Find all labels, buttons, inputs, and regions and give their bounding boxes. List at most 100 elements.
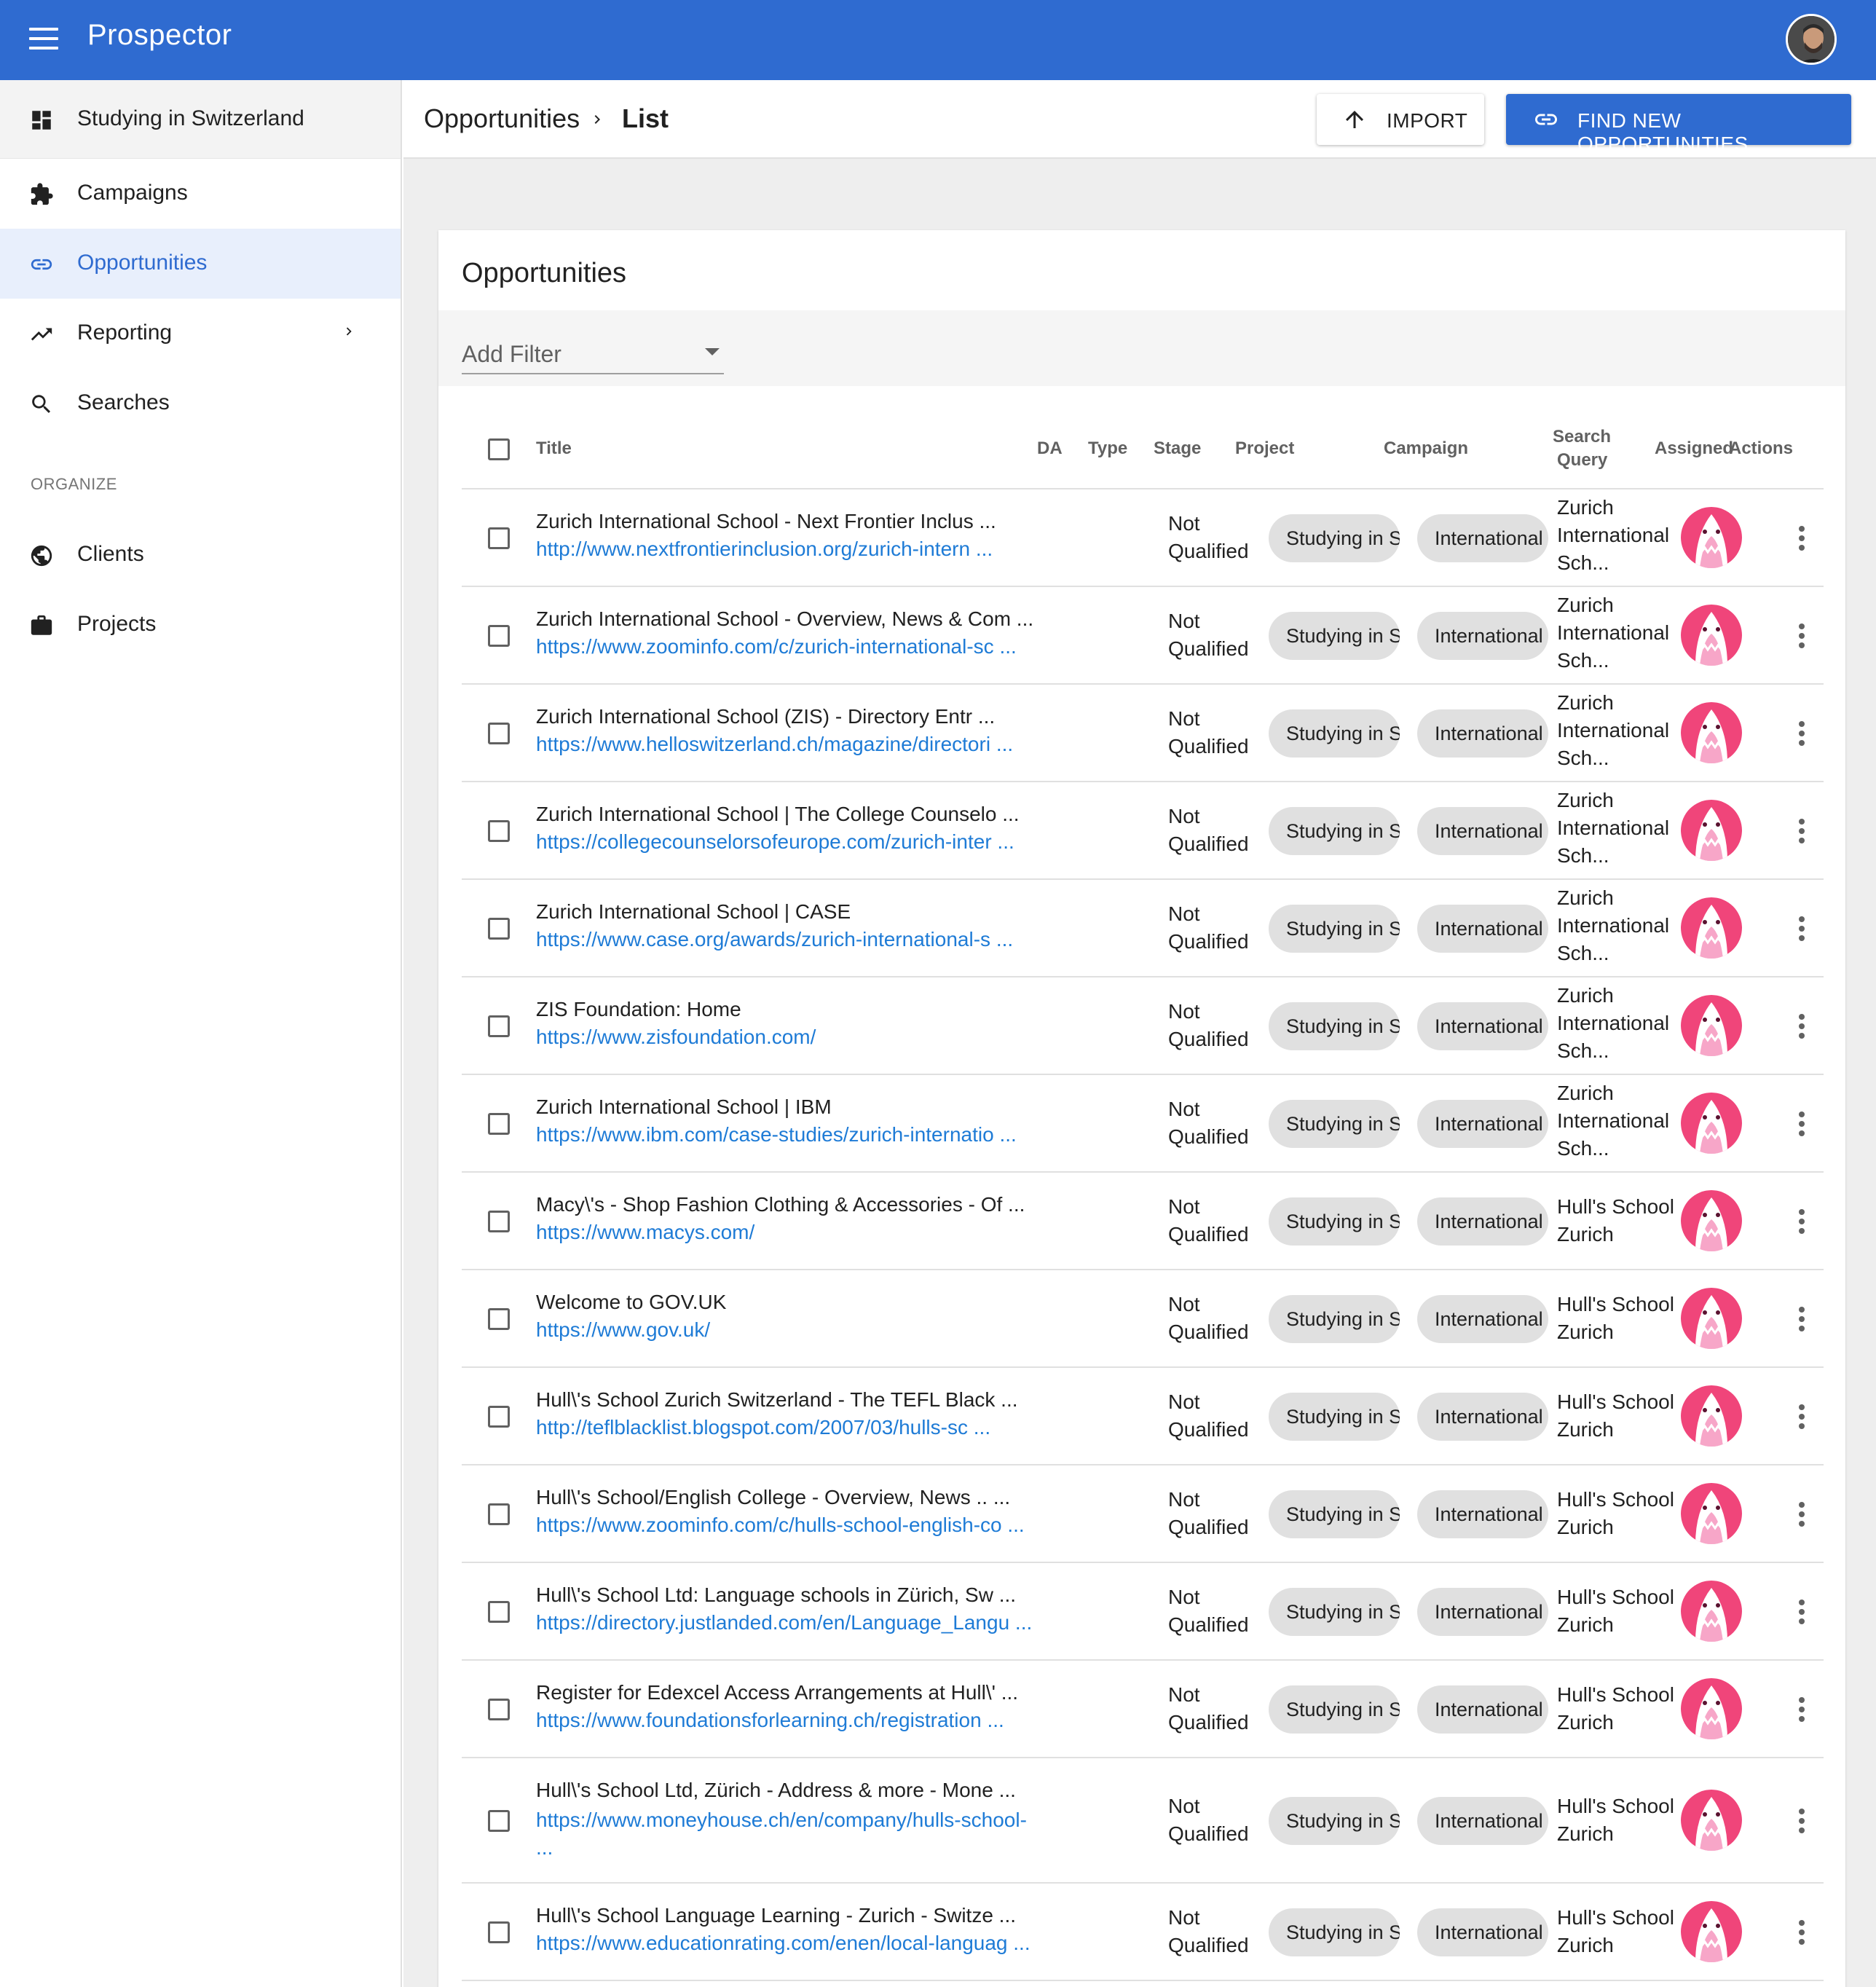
more-vert-icon[interactable] xyxy=(1799,1307,1806,1331)
assignee-avatar[interactable] xyxy=(1681,897,1742,959)
more-vert-icon[interactable] xyxy=(1799,1502,1806,1527)
campaign-chip[interactable]: International Schools xyxy=(1417,1393,1548,1441)
opportunity-url-link[interactable]: https://www.moneyhouse.ch/en/company/hul… xyxy=(536,1806,1046,1862)
row-checkbox[interactable] xyxy=(488,1015,510,1037)
column-header-search-query-line-1[interactable]: Search xyxy=(1553,427,1611,447)
opportunity-url-link[interactable]: http://teflblacklist.blogspot.com/2007/0… xyxy=(536,1416,1046,1439)
campaign-chip[interactable]: International Schools xyxy=(1417,1490,1548,1538)
sidebar-item-clients[interactable]: Clients xyxy=(0,520,401,590)
table-row[interactable]: Macy\'s - Shop Fashion Clothing & Access… xyxy=(462,1173,1824,1270)
table-row[interactable]: Hull\'s School Ltd, Zürich - Address & m… xyxy=(462,1758,1824,1884)
opportunity-title[interactable]: Hull\'s School Language Learning - Zuric… xyxy=(536,1904,1038,1927)
add-filter-select[interactable]: Add Filter xyxy=(462,338,724,374)
table-row[interactable]: Zurich International School | CASE https:… xyxy=(462,880,1824,977)
campaign-chip[interactable]: International Schools xyxy=(1417,514,1548,562)
project-chip[interactable]: Studying in Switzerland xyxy=(1269,905,1400,953)
assignee-avatar[interactable] xyxy=(1681,1288,1742,1349)
row-checkbox[interactable] xyxy=(488,1699,510,1720)
more-vert-icon[interactable] xyxy=(1799,721,1806,746)
more-vert-icon[interactable] xyxy=(1799,1697,1806,1722)
table-row[interactable]: Hull\'s School Zurich Switzerland - The … xyxy=(462,1368,1824,1465)
table-row[interactable]: Zurich International School | IBM https:/… xyxy=(462,1075,1824,1173)
column-header-assigned[interactable]: Assigned xyxy=(1655,438,1733,459)
campaign-chip[interactable]: International Schools xyxy=(1417,1100,1548,1148)
assignee-avatar[interactable] xyxy=(1681,1093,1742,1154)
row-checkbox[interactable] xyxy=(488,1503,510,1525)
opportunity-title[interactable]: Macy\'s - Shop Fashion Clothing & Access… xyxy=(536,1193,1038,1216)
table-row[interactable]: Zurich International School (ZIS) - Dire… xyxy=(462,685,1824,782)
sidebar-item-opportunities[interactable]: Opportunities xyxy=(0,229,401,299)
opportunity-url-link[interactable]: http://www.nextfrontierinclusion.org/zur… xyxy=(536,538,1046,561)
opportunity-title[interactable]: Zurich International School | IBM xyxy=(536,1095,1038,1119)
sidebar-item-reporting[interactable]: Reporting xyxy=(0,299,401,369)
opportunity-title[interactable]: Hull\'s School Zurich Switzerland - The … xyxy=(536,1388,1038,1412)
opportunity-url-link[interactable]: https://www.helloswitzerland.ch/magazine… xyxy=(536,733,1046,756)
campaign-chip[interactable]: International Schools xyxy=(1417,612,1548,660)
table-row[interactable]: Zurich International School - Overview, … xyxy=(462,587,1824,685)
project-chip[interactable]: Studying in Switzerland xyxy=(1269,1797,1400,1845)
campaign-chip[interactable]: International Schools xyxy=(1417,905,1548,953)
campaign-chip[interactable]: International Schools xyxy=(1417,1797,1548,1845)
opportunity-url-link[interactable]: https://collegecounselorsofeurope.com/zu… xyxy=(536,830,1046,854)
project-selector[interactable]: Studying in Switzerland xyxy=(0,80,401,159)
column-header-stage[interactable]: Stage xyxy=(1154,438,1201,459)
assignee-avatar[interactable] xyxy=(1681,1483,1742,1544)
more-vert-icon[interactable] xyxy=(1799,1014,1806,1039)
assignee-avatar[interactable] xyxy=(1681,1790,1742,1851)
assignee-avatar[interactable] xyxy=(1681,702,1742,763)
sidebar-item-searches[interactable]: Searches xyxy=(0,369,401,438)
more-vert-icon[interactable] xyxy=(1799,526,1806,551)
row-checkbox[interactable] xyxy=(488,1211,510,1232)
assignee-avatar[interactable] xyxy=(1681,1581,1742,1642)
assignee-avatar[interactable] xyxy=(1681,1190,1742,1251)
campaign-chip[interactable]: International Schools xyxy=(1417,1588,1548,1636)
project-chip[interactable]: Studying in Switzerland xyxy=(1269,1588,1400,1636)
more-vert-icon[interactable] xyxy=(1799,916,1806,941)
row-checkbox[interactable] xyxy=(488,1406,510,1428)
find-new-opportunities-button[interactable]: FIND NEW OPPORTUNITIES xyxy=(1506,94,1851,155)
import-button[interactable]: IMPORT xyxy=(1317,94,1484,145)
project-chip[interactable]: Studying in Switzerland xyxy=(1269,1908,1400,1956)
opportunity-url-link[interactable]: https://www.case.org/awards/zurich-inter… xyxy=(536,928,1046,951)
assignee-avatar[interactable] xyxy=(1681,1901,1742,1962)
project-chip[interactable]: Studying in Switzerland xyxy=(1269,612,1400,660)
more-vert-icon[interactable] xyxy=(1799,1111,1806,1136)
opportunity-title[interactable]: Register for Edexcel Access Arrangements… xyxy=(536,1681,1038,1704)
opportunity-url-link[interactable]: https://www.zoominfo.com/c/zurich-intern… xyxy=(536,635,1046,658)
table-row[interactable]: Hull\'s School Ltd: Language schools in … xyxy=(462,1563,1824,1661)
opportunity-url-link[interactable]: https://www.ibm.com/case-studies/zurich-… xyxy=(536,1123,1046,1146)
project-chip[interactable]: Studying in Switzerland xyxy=(1269,807,1400,855)
project-chip[interactable]: Studying in Switzerland xyxy=(1269,709,1400,758)
row-checkbox[interactable] xyxy=(488,1113,510,1135)
row-checkbox[interactable] xyxy=(488,625,510,647)
project-chip[interactable]: Studying in Switzerland xyxy=(1269,1100,1400,1148)
campaign-chip[interactable]: International Schools xyxy=(1417,1295,1548,1343)
opportunity-title[interactable]: Hull\'s School/English College - Overvie… xyxy=(536,1486,1038,1509)
table-row[interactable]: ZIS Foundation: Home https://www.zisfound… xyxy=(462,977,1824,1075)
user-avatar[interactable] xyxy=(1786,14,1837,65)
campaign-chip[interactable]: International Schools xyxy=(1417,1002,1548,1050)
assignee-avatar[interactable] xyxy=(1681,507,1742,568)
column-header-type[interactable]: Type xyxy=(1088,438,1127,459)
column-header-da[interactable]: DA xyxy=(1037,438,1063,459)
opportunity-title[interactable]: Hull\'s School Ltd: Language schools in … xyxy=(536,1583,1038,1607)
column-header-campaign[interactable]: Campaign xyxy=(1384,438,1468,459)
project-chip[interactable]: Studying in Switzerland xyxy=(1269,1197,1400,1246)
opportunity-title[interactable]: Hull\'s School Ltd, Zürich - Address & m… xyxy=(536,1779,1038,1802)
campaign-chip[interactable]: International Schools xyxy=(1417,1197,1548,1246)
opportunity-title[interactable]: Zurich International School (ZIS) - Dire… xyxy=(536,705,1038,728)
select-all-checkbox[interactable] xyxy=(488,438,510,460)
project-chip[interactable]: Studying in Switzerland xyxy=(1269,514,1400,562)
more-vert-icon[interactable] xyxy=(1799,623,1806,648)
table-row[interactable]: Hull\'s School Language Learning - Zuric… xyxy=(462,1884,1824,1981)
opportunity-url-link[interactable]: https://www.foundationsforlearning.ch/re… xyxy=(536,1709,1046,1732)
assignee-avatar[interactable] xyxy=(1681,800,1742,861)
more-vert-icon[interactable] xyxy=(1799,1600,1806,1624)
more-vert-icon[interactable] xyxy=(1799,1209,1806,1234)
opportunity-url-link[interactable]: https://directory.justlanded.com/en/Lang… xyxy=(536,1611,1046,1634)
column-header-title[interactable]: Title xyxy=(536,438,572,459)
row-checkbox[interactable] xyxy=(488,820,510,842)
opportunity-title[interactable]: Zurich International School - Overview, … xyxy=(536,607,1038,631)
opportunity-title[interactable]: Zurich International School - Next Front… xyxy=(536,510,1038,533)
row-checkbox[interactable] xyxy=(488,1601,510,1623)
